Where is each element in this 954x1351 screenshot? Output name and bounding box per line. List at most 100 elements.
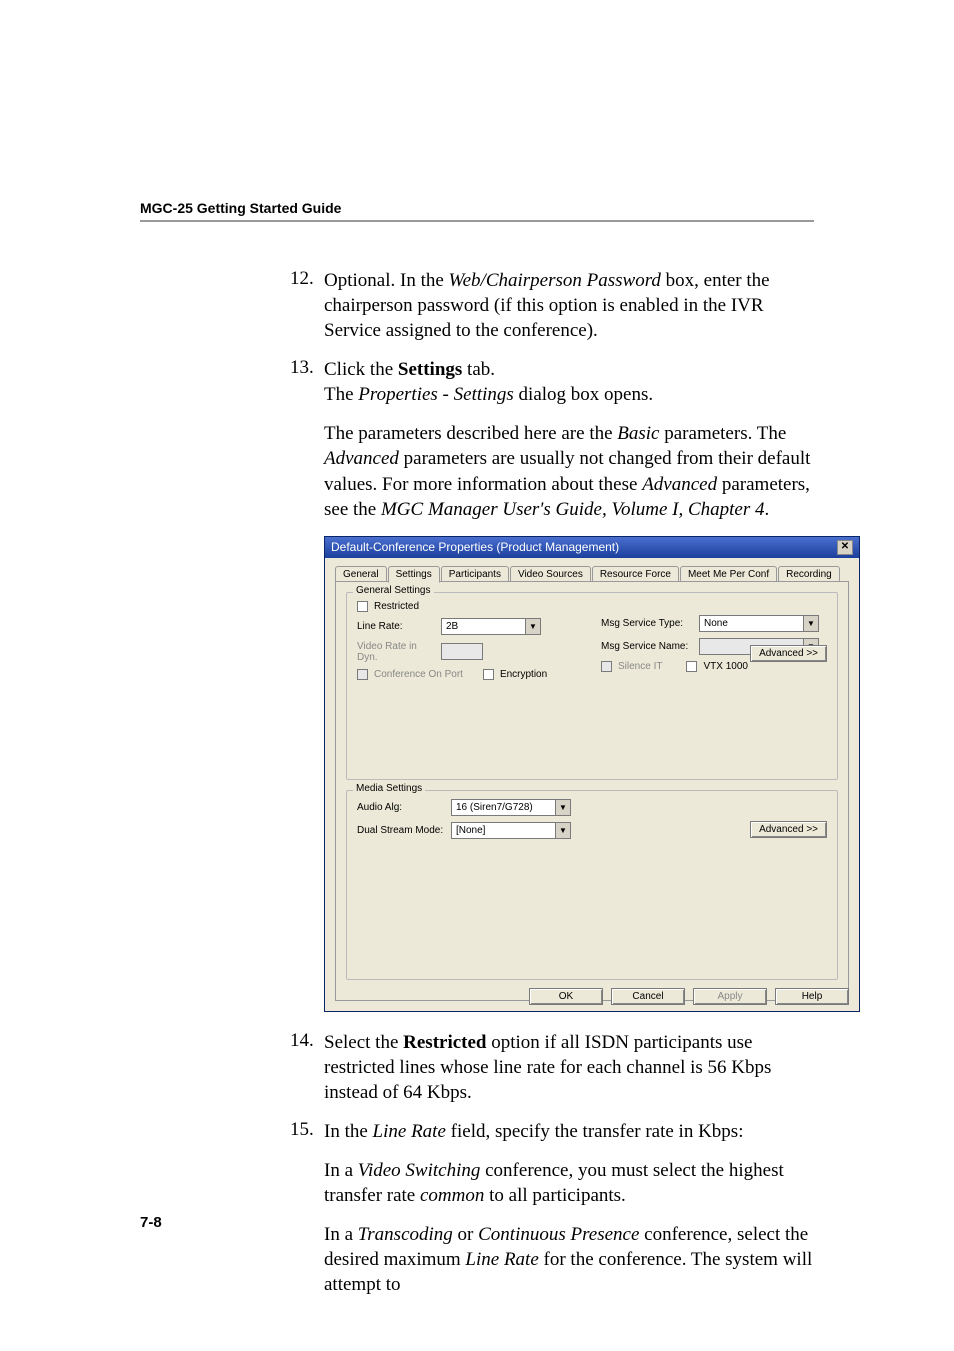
dialog-wrap: Default-Conference Properties (Product M…	[324, 536, 814, 1012]
tab-participants[interactable]: Participants	[441, 566, 509, 582]
step-12-num: 12.	[290, 268, 324, 343]
media-settings-legend: Media Settings	[353, 783, 425, 794]
line-rate-label: Line Rate:	[357, 621, 435, 632]
restricted-label: Restricted	[374, 601, 419, 612]
video-rate-label: Video Rate in Dyn.	[357, 641, 435, 663]
audio-alg-dropdown[interactable]: 16 (Siren7/G728) ▼	[451, 799, 571, 816]
video-rate-field	[441, 643, 483, 660]
tb: field, specify the transfer rate in Kbps…	[446, 1121, 744, 1142]
chevron-down-icon[interactable]: ▼	[555, 800, 570, 815]
general-settings-legend: General Settings	[353, 585, 434, 596]
tab-video-sources[interactable]: Video Sources	[510, 566, 591, 582]
p1i: Video Switching	[358, 1160, 481, 1181]
dialog-title: Default-Conference Properties (Product M…	[331, 540, 619, 554]
p2i2: Advanced	[324, 448, 399, 469]
step-14-num: 14.	[290, 1030, 324, 1105]
ok-button[interactable]: OK	[529, 988, 603, 1005]
dialog-tabs: General Settings Participants Video Sour…	[335, 566, 849, 582]
step-15-text: In the Line Rate field, specify the tran…	[324, 1119, 814, 1144]
conf-on-port-checkbox	[357, 669, 368, 680]
advanced-button-general[interactable]: Advanced >>	[750, 645, 827, 662]
tab-resource-force[interactable]: Resource Force	[592, 566, 679, 582]
tb: Restricted	[403, 1032, 486, 1053]
page-number: 7-8	[140, 1214, 162, 1231]
step-15-p1: In a Video Switching conference, you mus…	[324, 1158, 814, 1208]
t-b: Settings	[398, 359, 462, 380]
p2i4: MGC Manager User's Guide, Volume I, Chap…	[381, 499, 765, 520]
p2i3: Advanced	[642, 474, 717, 495]
p2b: parameters. The	[660, 423, 787, 444]
properties-dialog: Default-Conference Properties (Product M…	[324, 536, 860, 1012]
p1c: to all participants.	[484, 1185, 625, 1206]
dual-stream-dropdown[interactable]: [None] ▼	[451, 822, 571, 839]
step-14-text: Select the Restricted option if all ISDN…	[324, 1030, 814, 1105]
step-15: 15. In the Line Rate field, specify the …	[290, 1119, 814, 1144]
cancel-button[interactable]: Cancel	[611, 988, 685, 1005]
apply-button: Apply	[693, 988, 767, 1005]
t-i: Web/Chairperson Password	[449, 270, 661, 291]
p2i1: Basic	[617, 423, 659, 444]
step-12-text: Optional. In the Web/Chairperson Passwor…	[324, 268, 814, 343]
restricted-checkbox[interactable]	[357, 601, 368, 612]
encryption-label: Encryption	[500, 669, 547, 680]
l2i: Properties - Settings	[358, 384, 514, 405]
p2a: In a	[324, 1224, 358, 1245]
msg-name-label: Msg Service Name:	[601, 641, 693, 652]
p2i3: Line Rate	[465, 1249, 538, 1270]
line-rate-value: 2B	[442, 621, 525, 632]
tab-recording[interactable]: Recording	[778, 566, 840, 582]
msg-type-dropdown[interactable]: None ▼	[699, 615, 819, 632]
silence-it-label: Silence IT	[618, 661, 662, 672]
dual-stream-label: Dual Stream Mode:	[357, 825, 445, 836]
step-13-text: Click the Settings tab. The Properties -…	[324, 357, 814, 407]
p2i2: Continuous Presence	[478, 1224, 639, 1245]
l2b: dialog box opens.	[514, 384, 653, 405]
t: Click the	[324, 359, 398, 380]
msg-type-label: Msg Service Type:	[601, 618, 693, 629]
dual-stream-value: [None]	[452, 825, 555, 836]
step-14: 14. Select the Restricted option if all …	[290, 1030, 814, 1105]
chevron-down-icon[interactable]: ▼	[555, 823, 570, 838]
running-head: MGC-25 Getting Started Guide	[140, 200, 814, 222]
encryption-checkbox[interactable]	[483, 669, 494, 680]
step-15-num: 15.	[290, 1119, 324, 1144]
p1a: In a	[324, 1160, 358, 1181]
tab-settings[interactable]: Settings	[388, 566, 440, 583]
vtx1000-label: VTX 1000	[703, 661, 747, 672]
p2e: .	[764, 499, 769, 520]
audio-alg-value: 16 (Siren7/G728)	[452, 802, 555, 813]
close-icon[interactable]: ✕	[837, 540, 853, 555]
t: Optional. In the	[324, 270, 449, 291]
audio-alg-label: Audio Alg:	[357, 802, 445, 813]
step-13-para2: The parameters described here are the Ba…	[324, 421, 814, 521]
l2a: The	[324, 384, 358, 405]
vtx1000-checkbox[interactable]	[686, 661, 697, 672]
step-13: 13. Click the Settings tab. The Properti…	[290, 357, 814, 407]
dialog-body: General Settings Participants Video Sour…	[325, 558, 859, 1011]
step-13-num: 13.	[290, 357, 324, 407]
media-settings-fieldset: Media Settings Audio Alg: 16 (Siren7/G72…	[346, 790, 838, 980]
tab-general[interactable]: General	[335, 566, 387, 582]
advanced-button-media[interactable]: Advanced >>	[750, 821, 827, 838]
p2a: The parameters described here are the	[324, 423, 617, 444]
general-settings-fieldset: General Settings Restricted Line Rate:	[346, 592, 838, 780]
chevron-down-icon[interactable]: ▼	[803, 616, 818, 631]
t: Select the	[324, 1032, 403, 1053]
msg-type-value: None	[700, 618, 803, 629]
ti: Line Rate	[373, 1121, 446, 1142]
dialog-titlebar: Default-Conference Properties (Product M…	[325, 537, 859, 558]
step-12: 12. Optional. In the Web/Chairperson Pas…	[290, 268, 814, 343]
conf-on-port-label: Conference On Port	[374, 669, 463, 680]
step-15-p2: In a Transcoding or Continuous Presence …	[324, 1222, 814, 1297]
t2: tab.	[462, 359, 495, 380]
t: In the	[324, 1121, 373, 1142]
line-rate-dropdown[interactable]: 2B ▼	[441, 618, 541, 635]
chevron-down-icon[interactable]: ▼	[525, 619, 540, 634]
dialog-button-row: OK Cancel Apply Help	[529, 988, 849, 1005]
tab-panel: General Settings Restricted Line Rate:	[335, 581, 849, 1001]
tab-meet-me[interactable]: Meet Me Per Conf	[680, 566, 777, 582]
p2b: or	[453, 1224, 478, 1245]
help-button[interactable]: Help	[775, 988, 849, 1005]
p2i1: Transcoding	[358, 1224, 453, 1245]
p1i2: common	[420, 1185, 484, 1206]
